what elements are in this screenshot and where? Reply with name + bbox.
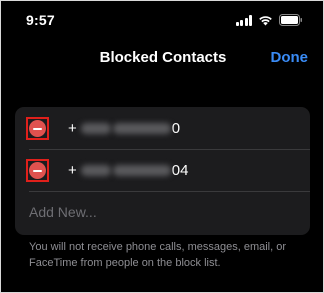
minus-circle-icon — [29, 120, 46, 137]
redacted-digits — [80, 165, 111, 176]
add-new-button[interactable]: Add New... — [29, 204, 97, 220]
redacted-digits — [112, 123, 171, 134]
blocked-contacts-screen: 9:57 Blocked Contacts Done + 0 + 04 Add … — [0, 0, 324, 293]
phone-suffix: 04 — [171, 162, 189, 179]
blocked-contact-row: + 0 — [15, 107, 310, 149]
battery-icon — [279, 14, 303, 26]
blocked-contact-row: + 04 — [15, 149, 310, 191]
minus-circle-icon — [29, 162, 46, 179]
add-new-row[interactable]: Add New... — [15, 191, 310, 233]
blocked-phone-number: + 04 — [68, 162, 188, 179]
status-time: 9:57 — [26, 12, 55, 28]
remove-contact-button[interactable] — [26, 159, 49, 182]
wifi-icon — [258, 15, 273, 26]
phone-suffix: 0 — [171, 120, 181, 137]
blocked-contacts-list: + 0 + 04 Add New... — [15, 107, 310, 235]
cellular-signal-icon — [235, 14, 252, 26]
status-icons — [235, 14, 304, 26]
status-bar: 9:57 — [1, 1, 323, 41]
remove-contact-button[interactable] — [26, 117, 49, 140]
redacted-digits — [112, 165, 171, 176]
blocked-phone-number: + 0 — [68, 120, 180, 137]
redacted-digits — [80, 123, 111, 134]
phone-prefix: + — [68, 162, 77, 179]
phone-prefix: + — [68, 120, 77, 137]
done-button[interactable]: Done — [271, 49, 309, 66]
block-list-footer-note: You will not receive phone calls, messag… — [29, 241, 287, 269]
